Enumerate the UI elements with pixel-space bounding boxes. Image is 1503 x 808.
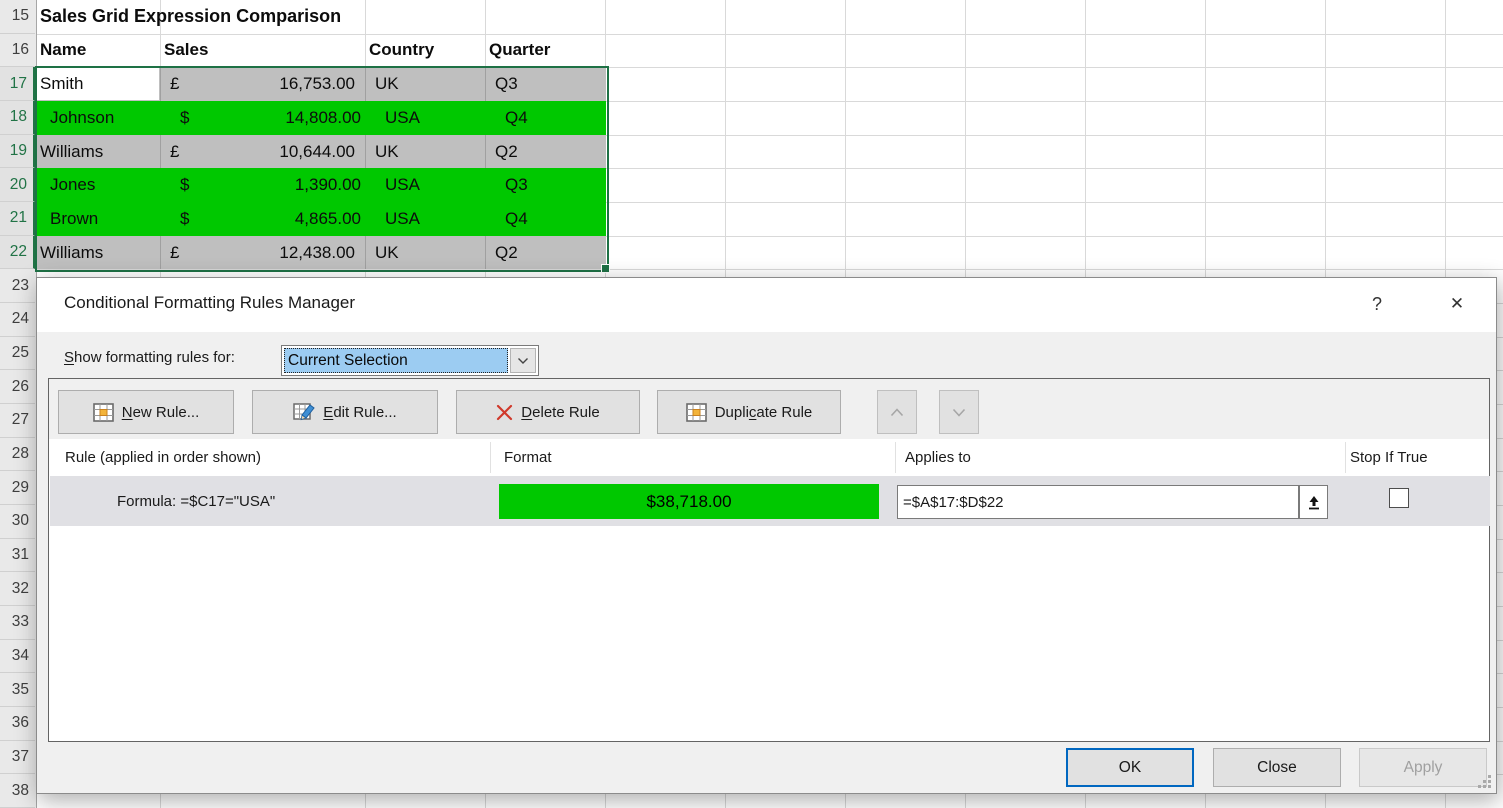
stop-if-true-checkbox[interactable] <box>1389 488 1409 508</box>
row-header-18[interactable]: 18 <box>0 101 35 135</box>
dialog-title: Conditional Formatting Rules Manager <box>64 293 355 313</box>
row-header-29[interactable]: 29 <box>0 471 35 505</box>
move-rule-up-button[interactable] <box>877 390 917 434</box>
rule-format-preview: $38,718.00 <box>499 484 879 519</box>
new-rule-label: New Rule... <box>122 404 200 421</box>
range-selector-arrow-icon <box>1306 493 1322 511</box>
applies-to-input[interactable]: =$A$17:$D$22 <box>897 485 1299 519</box>
row-header-31[interactable]: 31 <box>0 539 35 573</box>
new-rule-grid-icon <box>93 403 114 422</box>
row-header-17[interactable]: 17 <box>0 67 35 101</box>
new-rule-button[interactable]: New Rule... <box>58 390 234 434</box>
excel-window: 1516171819202122232425262728293031323334… <box>0 0 1503 808</box>
show-formatting-rules-label: Show formatting rules for: <box>64 349 235 366</box>
delete-rule-x-icon <box>496 404 513 421</box>
cell-a16-header[interactable]: Name <box>40 34 86 67</box>
cell-a15-title[interactable]: Sales Grid Expression Comparison <box>40 0 341 33</box>
cell-c16-header[interactable]: Country <box>369 34 434 67</box>
close-icon[interactable]: ✕ <box>1443 290 1471 318</box>
row-header-15[interactable]: 15 <box>0 0 35 34</box>
row-header-33[interactable]: 33 <box>0 606 35 640</box>
dropdown-arrow-button[interactable] <box>510 348 536 373</box>
row-header-35[interactable]: 35 <box>0 673 35 707</box>
duplicate-rule-button[interactable]: Duplicate Rule <box>657 390 841 434</box>
help-icon[interactable]: ? <box>1363 290 1391 318</box>
selection-fill-handle[interactable] <box>601 264 610 273</box>
gridline <box>36 34 1503 35</box>
row-header-38[interactable]: 38 <box>0 774 35 808</box>
row-header-36[interactable]: 36 <box>0 707 35 741</box>
row-header-32[interactable]: 32 <box>0 572 35 606</box>
header-divider <box>895 442 896 473</box>
duplicate-rule-label: Duplicate Rule <box>715 404 813 421</box>
edit-rule-button[interactable]: Edit Rule... <box>252 390 438 434</box>
row-header-20[interactable]: 20 <box>0 168 35 202</box>
row-header-28[interactable]: 28 <box>0 438 35 472</box>
row-header-16[interactable]: 16 <box>0 34 35 68</box>
header-divider <box>490 442 491 473</box>
chevron-up-icon <box>890 408 904 417</box>
dialog-resize-grip[interactable] <box>1478 775 1491 788</box>
edit-rule-pencil-icon <box>293 402 315 422</box>
show-rules-for-dropdown[interactable]: Current Selection <box>281 345 539 376</box>
edit-rule-label: Edit Rule... <box>323 404 396 421</box>
cell-d16-header[interactable]: Quarter <box>489 34 550 67</box>
row-header-25[interactable]: 25 <box>0 337 35 371</box>
row-header-24[interactable]: 24 <box>0 303 35 337</box>
duplicate-rule-grid-icon <box>686 403 707 422</box>
cell-b16-header[interactable]: Sales <box>164 34 208 67</box>
row-header-21[interactable]: 21 <box>0 202 35 236</box>
row-header-23[interactable]: 23 <box>0 269 35 303</box>
row-header-37[interactable]: 37 <box>0 741 35 775</box>
row-header-27[interactable]: 27 <box>0 404 35 438</box>
dialog-titlebar[interactable]: Conditional Formatting Rules Manager <box>37 278 1496 332</box>
chevron-down-icon <box>517 357 529 365</box>
dropdown-selected-value: Current Selection <box>284 348 508 373</box>
delete-rule-label: Delete Rule <box>521 404 599 421</box>
close-button[interactable]: Close <box>1213 748 1341 787</box>
row-header-34[interactable]: 34 <box>0 640 35 674</box>
ok-button[interactable]: OK <box>1066 748 1194 787</box>
column-header-applies-to: Applies to <box>905 439 971 476</box>
row-header-19[interactable]: 19 <box>0 135 35 169</box>
row-header-30[interactable]: 30 <box>0 505 35 539</box>
rule-list-item[interactable]: Formula: =$C17="USA" $38,718.00 =$A$17:$… <box>50 476 1490 526</box>
apply-button[interactable]: Apply <box>1359 748 1487 787</box>
column-header-rule: Rule (applied in order shown) <box>65 439 261 476</box>
conditional-formatting-rules-manager-dialog: Conditional Formatting Rules Manager ? ✕… <box>36 277 1497 794</box>
rule-description: Formula: =$C17="USA" <box>117 476 275 526</box>
move-rule-down-button[interactable] <box>939 390 979 434</box>
delete-rule-button[interactable]: Delete Rule <box>456 390 640 434</box>
row-header-22[interactable]: 22 <box>0 236 35 270</box>
row-header-26[interactable]: 26 <box>0 370 35 404</box>
chevron-down-icon <box>952 408 966 417</box>
header-divider <box>1345 442 1346 473</box>
selection-range-border <box>35 66 609 272</box>
collapse-dialog-range-button[interactable] <box>1299 485 1328 519</box>
rules-toolbar: New Rule... Edit Rule... Delete Rule <box>49 379 1489 439</box>
rules-list-box: New Rule... Edit Rule... Delete Rule <box>48 378 1490 742</box>
column-header-format: Format <box>504 439 552 476</box>
column-header-stop-if-true: Stop If True <box>1350 439 1428 476</box>
